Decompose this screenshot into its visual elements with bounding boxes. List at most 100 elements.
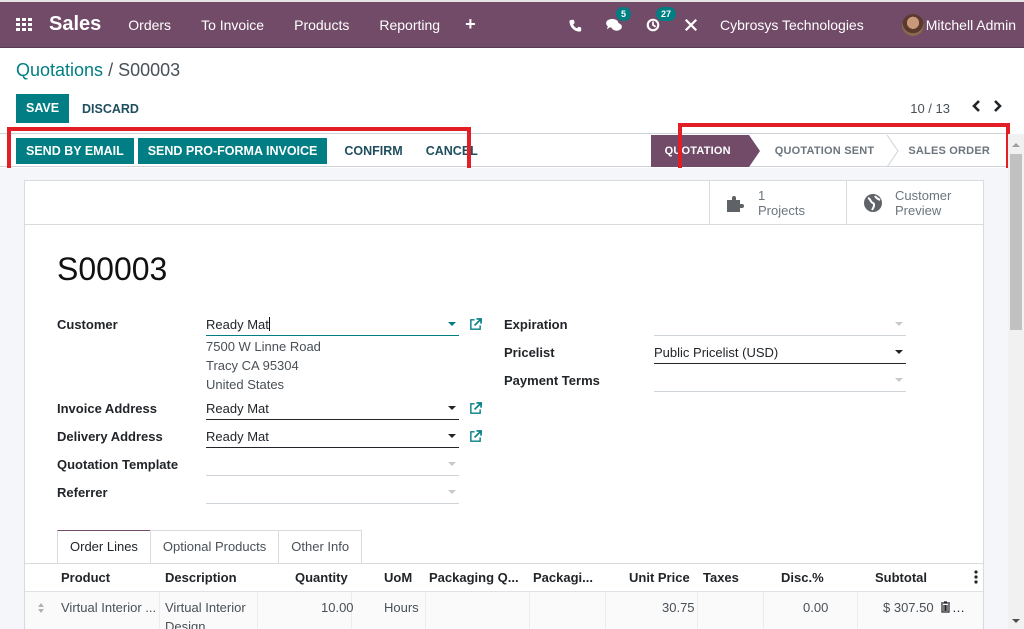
menu-orders[interactable]: Orders [128, 17, 171, 33]
activities-icon[interactable]: 27 [646, 7, 677, 32]
invoice-address-value: Ready Mat [206, 401, 269, 416]
stage-quotation[interactable]: QUOTATION [650, 135, 760, 167]
breadcrumb-quotations[interactable]: Quotations [16, 60, 103, 80]
column-quantity[interactable]: Quantity [295, 570, 348, 585]
user-avatar[interactable] [901, 14, 924, 36]
pager-next-button[interactable] [992, 99, 1002, 117]
cell-discount[interactable]: 0.00 [803, 598, 828, 617]
invoice-address-field[interactable]: Ready Mat [206, 400, 459, 420]
debug-tools-icon[interactable] [684, 18, 698, 32]
cancel-button[interactable]: CANCEL [416, 138, 488, 164]
scroll-up-arrow-icon[interactable] [1012, 143, 1020, 147]
column-discount[interactable]: Disc.% [781, 570, 824, 585]
menu-products[interactable]: Products [294, 17, 349, 33]
external-link-icon[interactable] [469, 430, 482, 443]
breadcrumb-separator: / [108, 60, 114, 80]
send-by-email-button[interactable]: SEND BY EMAIL [16, 138, 134, 164]
scroll-down-arrow-icon[interactable] [1012, 619, 1020, 623]
caret-down-icon[interactable] [448, 406, 456, 410]
column-subtotal[interactable]: Subtotal [875, 570, 927, 585]
column-taxes[interactable]: Taxes [703, 570, 739, 585]
chevron-left-icon [972, 100, 980, 112]
column-unit-price[interactable]: Unit Price [629, 570, 690, 585]
delivery-address-field[interactable]: Ready Mat [206, 428, 459, 448]
cell-product[interactable]: Virtual Interior ... [61, 598, 156, 617]
scroll-thumb[interactable] [1010, 154, 1022, 330]
plus-icon[interactable]: + [465, 14, 476, 35]
caret-down-icon[interactable] [448, 490, 456, 494]
discard-button[interactable]: DISCARD [72, 94, 149, 123]
table-row[interactable]: Virtual Interior ... Virtual Interior De… [25, 592, 983, 629]
page-scrollbar[interactable] [1008, 134, 1024, 629]
quotation-template-label: Quotation Template [57, 457, 179, 472]
tab-order-lines[interactable]: Order Lines [57, 530, 151, 564]
pager: 10 / 13 [910, 99, 1002, 117]
payment-terms-field[interactable] [654, 372, 906, 392]
optional-columns-icon[interactable] [974, 570, 978, 587]
expiration-field[interactable] [654, 316, 906, 336]
text-cursor [268, 317, 270, 331]
column-product[interactable]: Product [61, 570, 110, 585]
app-menu-icon[interactable] [16, 17, 34, 32]
app-name[interactable]: Sales [49, 13, 101, 36]
save-button[interactable]: SAVE [16, 94, 70, 123]
customer-preview-smart-button[interactable]: Customer Preview [846, 181, 984, 225]
pricelist-value: Public Pricelist (USD) [654, 345, 779, 360]
customer-preview-line1: Customer [895, 188, 952, 203]
invoice-address-label: Invoice Address [57, 401, 157, 416]
caret-down-icon[interactable] [448, 462, 456, 466]
messages-icon[interactable]: 5 [606, 7, 632, 32]
drag-handle-icon[interactable] [37, 600, 45, 619]
column-description[interactable]: Description [165, 570, 237, 585]
projects-smart-button[interactable]: 1 Projects [709, 181, 847, 225]
payment-terms-label: Payment Terms [504, 373, 600, 388]
record-title: S00003 [57, 251, 168, 287]
pager-previous-button[interactable] [972, 99, 982, 117]
customer-address: 7500 W Linne Road Tracy CA 95304 United … [206, 337, 321, 394]
activities-count-badge: 27 [656, 7, 677, 21]
column-uom[interactable]: UoM [384, 570, 412, 585]
cell-description[interactable]: Virtual Interior Design [165, 598, 255, 629]
column-separator [159, 592, 160, 629]
caret-down-icon[interactable] [895, 350, 903, 354]
cell-uom[interactable]: Hours [384, 598, 419, 617]
caret-down-icon[interactable] [448, 434, 456, 438]
column-separator [697, 592, 698, 629]
send-proforma-invoice-button[interactable]: SEND PRO-FORMA INVOICE [137, 138, 328, 164]
column-packaging-qty[interactable]: Packaging Q... [429, 570, 519, 585]
customer-label: Customer [57, 317, 118, 332]
pricelist-field[interactable]: Public Pricelist (USD) [654, 344, 906, 364]
pager-value[interactable]: 10 / 13 [910, 101, 950, 116]
customer-field[interactable]: Ready Mat [206, 316, 459, 336]
referrer-label: Referrer [57, 485, 108, 500]
smart-button-box: 1 Projects Customer Preview [25, 181, 983, 225]
tab-other-info[interactable]: Other Info [278, 530, 363, 564]
menu-reporting[interactable]: Reporting [379, 17, 440, 33]
company-switcher[interactable]: Cybrosys Technologies [720, 17, 864, 33]
external-link-icon[interactable] [469, 318, 482, 331]
status-actions: SEND BY EMAIL SEND PRO-FORMA INVOICE CON… [16, 138, 488, 164]
caret-down-icon[interactable] [448, 322, 456, 326]
delivery-address-value: Ready Mat [206, 429, 269, 444]
caret-down-icon[interactable] [895, 378, 903, 382]
user-menu[interactable]: Mitchell Admin [926, 17, 1016, 33]
caret-down-icon[interactable] [895, 322, 903, 326]
trash-icon[interactable] [940, 599, 951, 618]
cell-unit-price[interactable]: 30.75 [662, 598, 695, 617]
phone-icon[interactable] [569, 19, 582, 32]
menu-to-invoice[interactable]: To Invoice [201, 17, 264, 33]
stage-sales-order[interactable]: SALES ORDER [900, 135, 990, 167]
confirm-button[interactable]: CONFIRM [334, 138, 412, 164]
column-packaging[interactable]: Packagi... [533, 570, 593, 585]
referrer-field[interactable] [206, 484, 459, 504]
chevron-right-icon [994, 100, 1002, 112]
cell-quantity[interactable]: 10.00 [321, 598, 354, 617]
customer-preview-line2: Preview [895, 203, 942, 218]
external-link-icon[interactable] [469, 402, 482, 415]
stage-quotation-sent[interactable]: QUOTATION SENT [749, 135, 887, 167]
quotation-template-field[interactable] [206, 456, 459, 476]
breadcrumb-current: S00003 [118, 60, 181, 80]
tab-optional-products[interactable]: Optional Products [149, 530, 280, 564]
messages-count-badge: 5 [616, 7, 632, 21]
delivery-address-label: Delivery Address [57, 429, 163, 444]
